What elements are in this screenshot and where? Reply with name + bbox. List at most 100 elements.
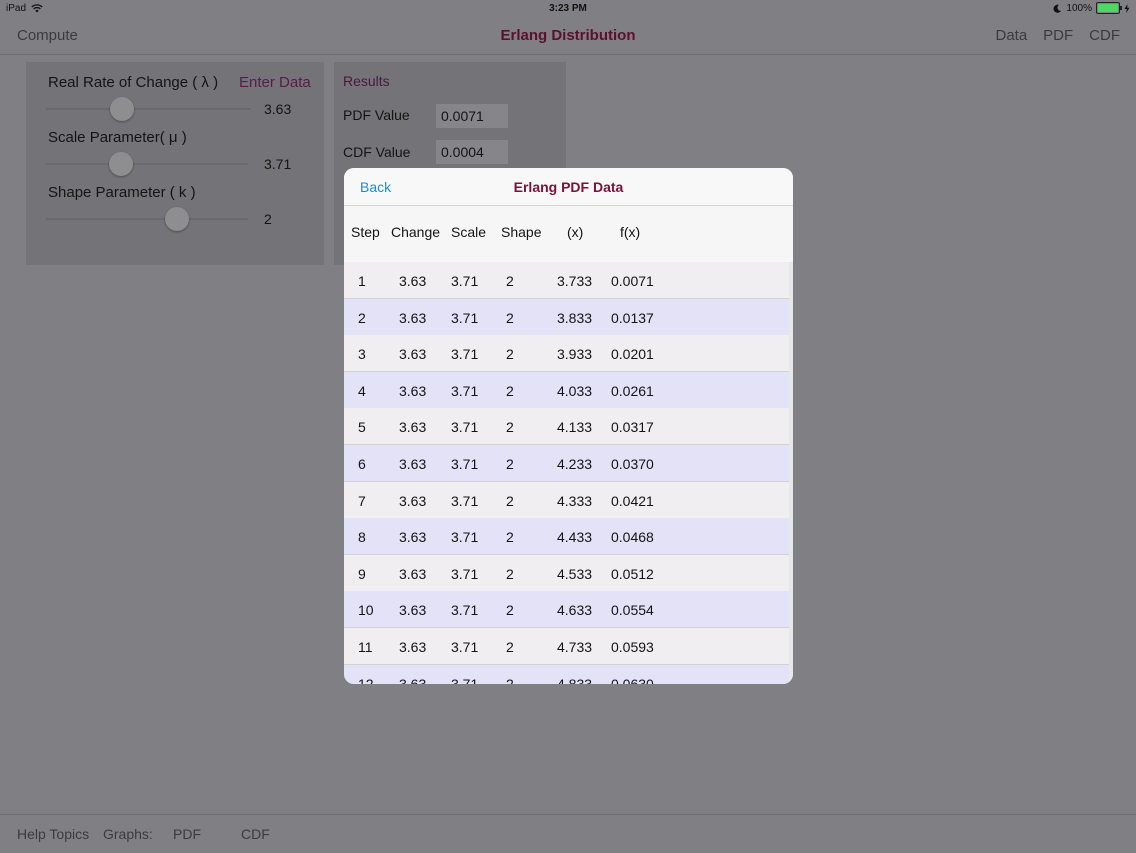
table-cell: 2 [506, 346, 514, 363]
status-bar: iPad 3:23 PM 100% [0, 0, 1136, 18]
shape-slider-thumb[interactable] [165, 207, 190, 231]
table-cell: 1 [358, 273, 366, 289]
pdf-graph-button[interactable]: PDF [173, 826, 201, 842]
table-cell: 3.733 [557, 273, 593, 289]
table-cell: 3.63 [399, 419, 427, 436]
table-cell: 0.0554 [611, 602, 654, 619]
table-cell: 2 [358, 309, 366, 326]
table-cell: 3.63 [399, 492, 427, 509]
table-row[interactable]: 7 3.63 3.71 2 4.333 0.0421 [344, 481, 789, 519]
table-row[interactable]: 6 3.63 3.71 2 4.233 0.0370 [344, 445, 789, 482]
bottom-toolbar: Help Topics Graphs: PDF CDF [0, 814, 1136, 853]
table-cell: 3.833 [557, 309, 593, 326]
table-cell: 3.63 [399, 675, 427, 684]
rate-slider-thumb[interactable] [109, 97, 134, 121]
popover-header: Back Erlang PDF Data [344, 168, 793, 206]
table-row[interactable]: 10 3.63 3.71 2 4.633 0.0554 [344, 591, 789, 629]
scale-slider-thumb[interactable] [108, 152, 133, 176]
table-cell: 3.63 [399, 456, 427, 472]
table-cell: 3.63 [399, 565, 427, 582]
table-cell: 0.0370 [611, 456, 654, 472]
moon-icon [1053, 4, 1062, 13]
table-cell: 4.533 [557, 565, 593, 582]
shape-slider[interactable] [46, 207, 248, 231]
table-cell: 4.033 [557, 382, 593, 399]
pdf-button[interactable]: PDF [1043, 27, 1073, 44]
table-row[interactable]: 1 3.63 3.71 2 3.733 0.0071 [344, 262, 789, 299]
table-cell: 3.63 [399, 273, 427, 289]
scale-value: 3.71 [264, 156, 292, 172]
parameters-panel: Real Rate of Change ( λ ) Enter Data 3.6… [26, 62, 324, 265]
help-topics-button[interactable]: Help Topics [17, 826, 89, 842]
rate-slider[interactable] [46, 97, 251, 121]
table-cell: 0.0071 [611, 273, 654, 289]
table-row[interactable]: 12 3.63 3.71 2 4.833 0.0630 [344, 664, 789, 684]
table-cell: 3.71 [451, 492, 479, 509]
battery-icon [1096, 2, 1122, 14]
cdf-button[interactable]: CDF [1089, 27, 1120, 44]
shape-value: 2 [264, 211, 272, 227]
table-cell: 3.63 [399, 309, 427, 326]
table-cell: 0.0261 [611, 382, 654, 399]
rate-value: 3.63 [264, 101, 292, 117]
results-title: Results [343, 73, 390, 89]
table-cell: 4.133 [557, 419, 593, 436]
table-cell: 4.433 [557, 529, 593, 546]
table-cell: 4.633 [557, 602, 593, 619]
table-cell: 3.71 [451, 602, 479, 619]
table-cell: 3.71 [451, 346, 479, 363]
rate-label: Real Rate of Change ( λ ) [48, 74, 219, 91]
enter-data-button[interactable]: Enter Data [239, 74, 311, 91]
table-cell: 6 [358, 456, 366, 472]
data-button[interactable]: Data [995, 27, 1027, 44]
table-cell: 7 [358, 492, 366, 509]
table-cell: 3.63 [399, 529, 427, 546]
table-cell: 3.71 [451, 419, 479, 436]
column-header-shape: Shape [501, 224, 542, 240]
navigation-bar: Compute Erlang Distribution Data PDF CDF [0, 18, 1136, 55]
column-header-scale: Scale [451, 224, 487, 240]
table-cell: 0.0317 [611, 419, 654, 436]
table-cell: 3 [358, 346, 366, 363]
table-cell: 2 [506, 456, 514, 472]
cdf-value-label: CDF Value [343, 144, 411, 160]
table-cell: 2 [506, 675, 514, 684]
table-cell: 4.733 [557, 639, 593, 655]
table-cell: 3.71 [451, 675, 479, 684]
pdf-data-popover: Back Erlang PDF Data Step Change Scale S… [344, 168, 793, 684]
table-cell: 3.63 [399, 602, 427, 619]
table-cell: 4 [358, 382, 366, 399]
column-header-x: (x) [567, 224, 584, 240]
scale-slider[interactable] [46, 152, 248, 176]
shape-label: Shape Parameter ( k ) [48, 184, 196, 201]
table-row[interactable]: 8 3.63 3.71 2 4.433 0.0468 [344, 518, 789, 556]
scale-label: Scale Parameter( μ ) [48, 129, 187, 146]
table-row[interactable]: 11 3.63 3.71 2 4.733 0.0593 [344, 628, 789, 665]
popover-title: Erlang PDF Data [513, 179, 624, 195]
table-cell: 3.71 [451, 639, 479, 655]
table-cell: 2 [506, 565, 514, 582]
table-cell: 2 [506, 529, 514, 546]
table-row[interactable]: 4 3.63 3.71 2 4.033 0.0261 [344, 371, 789, 409]
table-cell: 0.0201 [611, 346, 654, 363]
status-right: 100% [1053, 2, 1130, 14]
table-scrollbar[interactable] [789, 262, 793, 684]
graphs-label: Graphs: [103, 826, 153, 842]
table-row[interactable]: 5 3.63 3.71 2 4.133 0.0317 [344, 408, 789, 446]
column-header-step: Step [351, 224, 380, 240]
table-cell: 3.63 [399, 639, 427, 655]
table-row[interactable]: 2 3.63 3.71 2 3.833 0.0137 [344, 298, 789, 336]
table-header: Step Change Scale Shape (x) f(x) [344, 206, 793, 261]
table-cell: 3.71 [451, 456, 479, 472]
data-table-body[interactable]: 1 3.63 3.71 2 3.733 0.0071 2 3.63 3.71 2 3.833 0.01… [344, 262, 789, 684]
table-cell: 3.71 [451, 382, 479, 399]
table-cell: 2 [506, 309, 514, 326]
charging-icon [1124, 3, 1130, 13]
table-cell: 2 [506, 273, 514, 289]
table-cell: 4.833 [557, 675, 593, 684]
table-cell: 4.233 [557, 456, 593, 472]
nav-right-buttons: Data PDF CDF [995, 27, 1120, 44]
cdf-graph-button[interactable]: CDF [241, 826, 270, 842]
table-row[interactable]: 9 3.63 3.71 2 4.533 0.0512 [344, 554, 789, 592]
table-row[interactable]: 3 3.63 3.71 2 3.933 0.0201 [344, 335, 789, 373]
